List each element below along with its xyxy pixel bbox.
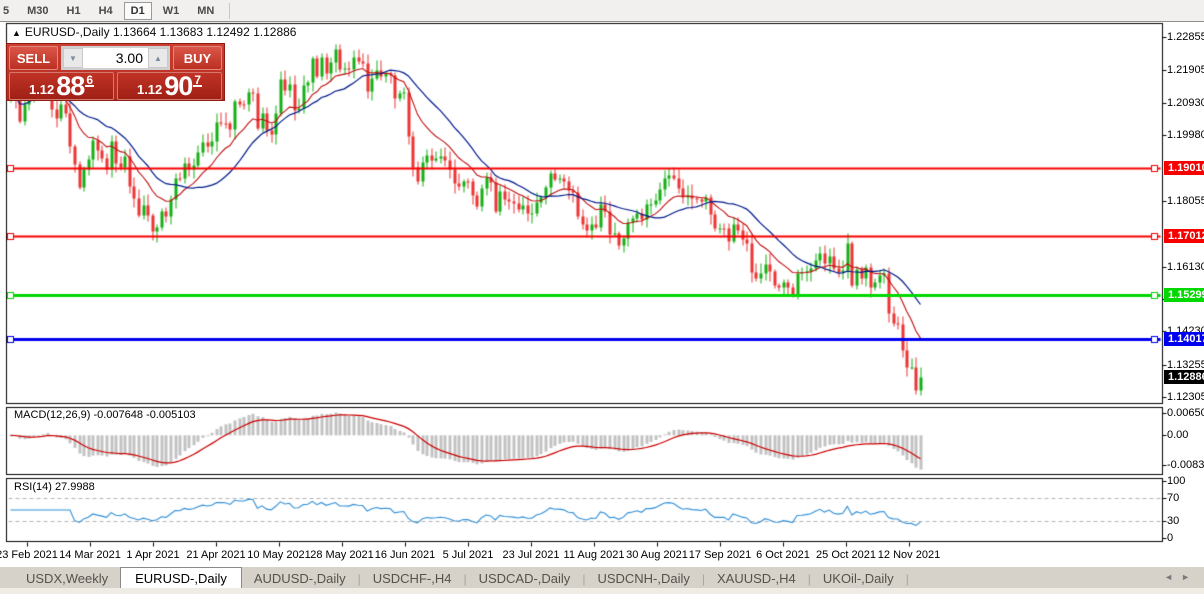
hline-price-badge: 1.17012	[1164, 229, 1204, 243]
tab-eurusd-daily[interactable]: EURUSD-,Daily	[120, 567, 242, 590]
timeframe-button-h1[interactable]: H1	[60, 3, 88, 19]
buy-price-quote[interactable]: 1.12 90 7	[117, 72, 222, 100]
date-tick-label: 23 Jul 2021	[503, 549, 560, 561]
timeframe-button-d1[interactable]: D1	[124, 2, 152, 20]
price-tick-label: 1.13255	[1167, 359, 1204, 371]
date-tick-label: 5 Jul 2021	[443, 549, 494, 561]
buy-price-point: 7	[193, 75, 202, 87]
hline-price-badge: 1.15299	[1164, 288, 1204, 302]
date-tick-label: 28 May 2021	[310, 549, 374, 561]
current-price-badge: 1.12886	[1164, 370, 1204, 384]
price-tick-label: 1.16130	[1167, 261, 1204, 273]
tab-ukoil-daily[interactable]: UKOil-,Daily	[811, 568, 906, 589]
mt4-chart-window: 5M30 H1H4D1W1MN ▲ EURUSD-,Daily 1.13664 1.…	[0, 0, 1204, 594]
rsi-axis-label: 30	[1167, 515, 1179, 527]
chart-ohlc-values: 1.13664 1.13683 1.12492 1.12886	[113, 25, 297, 39]
macd-axis-label: 0.00	[1167, 429, 1188, 441]
date-tick-label: 14 Mar 2021	[59, 549, 121, 561]
tab-usdcnh-daily[interactable]: USDCNH-,Daily	[585, 568, 701, 589]
buy-price-pips: 90	[164, 74, 192, 98]
date-tick-label: 1 Apr 2021	[126, 549, 179, 561]
rsi-axis-label: 70	[1167, 492, 1179, 504]
one-click-trade-panel: SELL ▼ 3.00 ▲ BUY 1.12 88 6 1.12 90 7	[6, 43, 225, 101]
price-tick-label: 1.12305	[1167, 391, 1204, 403]
tab-separator-icon: |	[906, 572, 909, 589]
tab-scroll-arrows[interactable]: ◄►	[1164, 572, 1198, 582]
price-tick-label: 1.21905	[1167, 64, 1204, 76]
tab-usdchf-h4[interactable]: USDCHF-,H4	[361, 568, 464, 589]
timeframe-button-h4[interactable]: H4	[92, 3, 120, 19]
volume-spinner: ▼ 3.00 ▲	[61, 46, 170, 70]
macd-label: MACD(12,26,9) -0.007648 -0.005103	[14, 409, 196, 421]
sell-price-point: 6	[85, 75, 94, 87]
hline-price-badge: 1.14017	[1164, 332, 1204, 346]
volume-increase-icon[interactable]: ▲	[148, 48, 168, 68]
tab-audusd-daily[interactable]: AUDUSD-,Daily	[242, 568, 358, 589]
date-tick-label: 25 Oct 2021	[816, 549, 876, 561]
date-tick-label: 21 Apr 2021	[186, 549, 245, 561]
volume-decrease-icon[interactable]: ▼	[63, 48, 83, 68]
timeframe-button-5[interactable]: 5	[0, 3, 16, 19]
sell-button[interactable]: SELL	[9, 46, 58, 70]
date-tick-label: 11 Aug 2021	[564, 549, 625, 561]
buy-price-base: 1.12	[137, 81, 162, 98]
date-tick-label: 30 Aug 2021	[626, 549, 688, 561]
rsi-axis-label: 100	[1167, 475, 1185, 487]
sell-price-base: 1.12	[29, 81, 54, 98]
buy-button[interactable]: BUY	[173, 46, 222, 70]
timeframe-button-w1[interactable]: W1	[156, 3, 187, 19]
macd-axis-label: -0.00832	[1167, 459, 1204, 471]
toolbar-separator	[229, 3, 230, 19]
volume-input[interactable]: 3.00	[83, 48, 148, 68]
date-tick-label: 10 May 2021	[247, 549, 311, 561]
status-strip	[0, 588, 1204, 594]
tab-scroll-left-icon[interactable]: ◄	[1164, 572, 1181, 582]
tab-scroll-right-icon[interactable]: ►	[1181, 572, 1198, 582]
chart-title: ▲ EURUSD-,Daily 1.13664 1.13683 1.12492 1…	[12, 25, 296, 39]
tab-usdcad-daily[interactable]: USDCAD-,Daily	[467, 568, 583, 589]
hline-price-badge: 1.19010	[1164, 161, 1204, 175]
price-tick-label: 1.18055	[1167, 195, 1204, 207]
chart-symbol-label: EURUSD-,Daily	[25, 25, 110, 39]
sell-price-pips: 88	[56, 74, 84, 98]
timeframe-toolbar: 5M30 H1H4D1W1MN	[0, 0, 1204, 22]
price-tick-label: 1.22855	[1167, 31, 1204, 43]
price-tick-label: 1.20930	[1167, 97, 1204, 109]
rsi-axis-label: 0	[1167, 532, 1173, 544]
price-tick-label: 1.19980	[1167, 129, 1204, 141]
date-tick-label: 12 Nov 2021	[878, 549, 940, 561]
date-tick-label: 17 Sep 2021	[689, 549, 751, 561]
sell-price-quote[interactable]: 1.12 88 6	[9, 72, 114, 100]
date-tick-label: 23 Feb 2021	[0, 549, 58, 561]
date-tick-label: 6 Oct 2021	[756, 549, 810, 561]
chart-tab-bar: USDX,WeeklyEURUSD-,DailyAUDUSD-,Daily | US…	[0, 566, 1204, 589]
timeframe-button-mn[interactable]: MN	[190, 3, 221, 19]
macd-axis-label: 0.006503	[1167, 407, 1204, 419]
tab-usdx-weekly[interactable]: USDX,Weekly	[14, 568, 120, 589]
tab-xauusd-h4[interactable]: XAUUSD-,H4	[705, 568, 808, 589]
timeframe-button-m30[interactable]: M30	[20, 3, 55, 19]
collapse-icon[interactable]: ▲	[12, 28, 21, 38]
date-tick-label: 16 Jun 2021	[375, 549, 436, 561]
rsi-label: RSI(14) 27.9988	[14, 481, 95, 493]
